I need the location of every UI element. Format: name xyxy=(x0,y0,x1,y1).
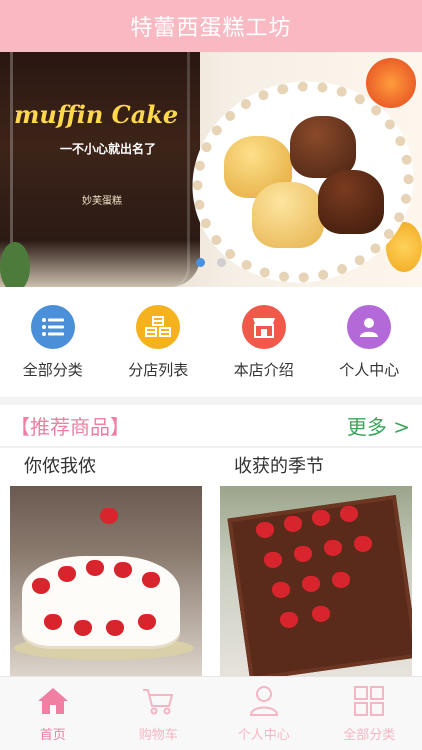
product-name: 收获的季节 xyxy=(234,456,324,477)
strawberry xyxy=(86,560,104,576)
strawberry xyxy=(114,562,132,578)
page-dot[interactable] xyxy=(217,258,226,267)
recommend-title: 【推荐商品】 xyxy=(10,415,130,439)
strawberry xyxy=(142,572,160,588)
tab-all-categories[interactable]: 全部分类 xyxy=(319,684,419,743)
app-title: 特蕾西蛋糕工坊 xyxy=(130,16,292,41)
category-nav: 全部分类 分店列表 本店介绍 个人中心 xyxy=(0,287,422,397)
app-header: 特蕾西蛋糕工坊 xyxy=(0,0,422,52)
banner-subtitle: 妙芙蛋糕 xyxy=(82,196,122,207)
promo-banner[interactable]: muffin Cake 一不小心就出名了 妙芙蛋糕 xyxy=(0,52,422,287)
strawberry xyxy=(340,506,358,522)
grid-icon xyxy=(352,684,386,718)
strawberry xyxy=(280,612,298,628)
banner-page-indicator xyxy=(0,258,422,267)
product-list: 你侬我侬 收获的季节 xyxy=(0,448,422,676)
strawberry xyxy=(256,522,274,538)
banner-glass-rim xyxy=(10,52,190,287)
strawberry xyxy=(44,614,62,630)
strawberry xyxy=(32,578,50,594)
more-link[interactable]: 更多 > xyxy=(347,411,410,440)
home-icon xyxy=(36,684,70,718)
product-name: 你侬我侬 xyxy=(24,456,96,477)
recommend-header: 【推荐商品】 更多 > xyxy=(0,405,422,447)
strawberry xyxy=(284,516,302,532)
strawberry xyxy=(312,606,330,622)
user-icon xyxy=(247,684,281,718)
category-about[interactable]: 本店介绍 xyxy=(214,304,314,380)
strawberry xyxy=(294,546,312,562)
list-icon xyxy=(30,304,75,349)
page-dot-active[interactable] xyxy=(196,258,205,267)
strawberry xyxy=(332,572,350,588)
product-image[interactable] xyxy=(10,486,202,676)
category-label: 全部分类 xyxy=(22,360,83,379)
strawberry xyxy=(106,620,124,636)
strawberry xyxy=(100,508,118,524)
banner-muffin xyxy=(252,182,324,248)
banner-slogan: 一不小心就出名了 xyxy=(60,142,157,156)
category-branches[interactable]: 分店列表 xyxy=(108,304,208,380)
category-profile[interactable]: 个人中心 xyxy=(319,304,419,380)
banner-flower xyxy=(366,58,416,108)
storefront-icon xyxy=(241,304,286,349)
strawberry xyxy=(312,510,330,526)
tab-label: 首页 xyxy=(39,728,66,743)
tab-profile[interactable]: 个人中心 xyxy=(214,684,314,743)
product-card[interactable]: 收获的季节 xyxy=(220,448,412,676)
person-icon xyxy=(347,304,392,349)
strawberry xyxy=(272,582,290,598)
bottom-tab-bar: 首页 购物车 个人中心 全部分类 xyxy=(0,676,422,750)
category-label: 个人中心 xyxy=(339,360,400,379)
strawberry xyxy=(354,536,372,552)
banner-muffin xyxy=(290,116,356,178)
tab-label: 购物车 xyxy=(138,728,178,743)
product-image[interactable] xyxy=(220,486,412,676)
tab-label: 全部分类 xyxy=(343,728,396,743)
banner-brand-text: muffin Cake xyxy=(14,100,179,129)
strawberry xyxy=(138,614,156,630)
strawberry xyxy=(74,620,92,636)
tab-label: 个人中心 xyxy=(237,728,290,743)
tab-home[interactable]: 首页 xyxy=(3,684,103,743)
strawberry xyxy=(302,576,320,592)
tab-cart[interactable]: 购物车 xyxy=(108,684,208,743)
category-label: 分店列表 xyxy=(128,360,189,379)
category-label: 本店介绍 xyxy=(233,360,294,379)
strawberry xyxy=(264,552,282,568)
store-list-icon xyxy=(136,304,181,349)
strawberry xyxy=(58,566,76,582)
product-card[interactable]: 你侬我侬 xyxy=(10,448,202,676)
cart-icon xyxy=(141,684,175,718)
strawberry xyxy=(324,540,342,556)
banner-muffin xyxy=(318,170,384,234)
category-all[interactable]: 全部分类 xyxy=(3,304,103,380)
